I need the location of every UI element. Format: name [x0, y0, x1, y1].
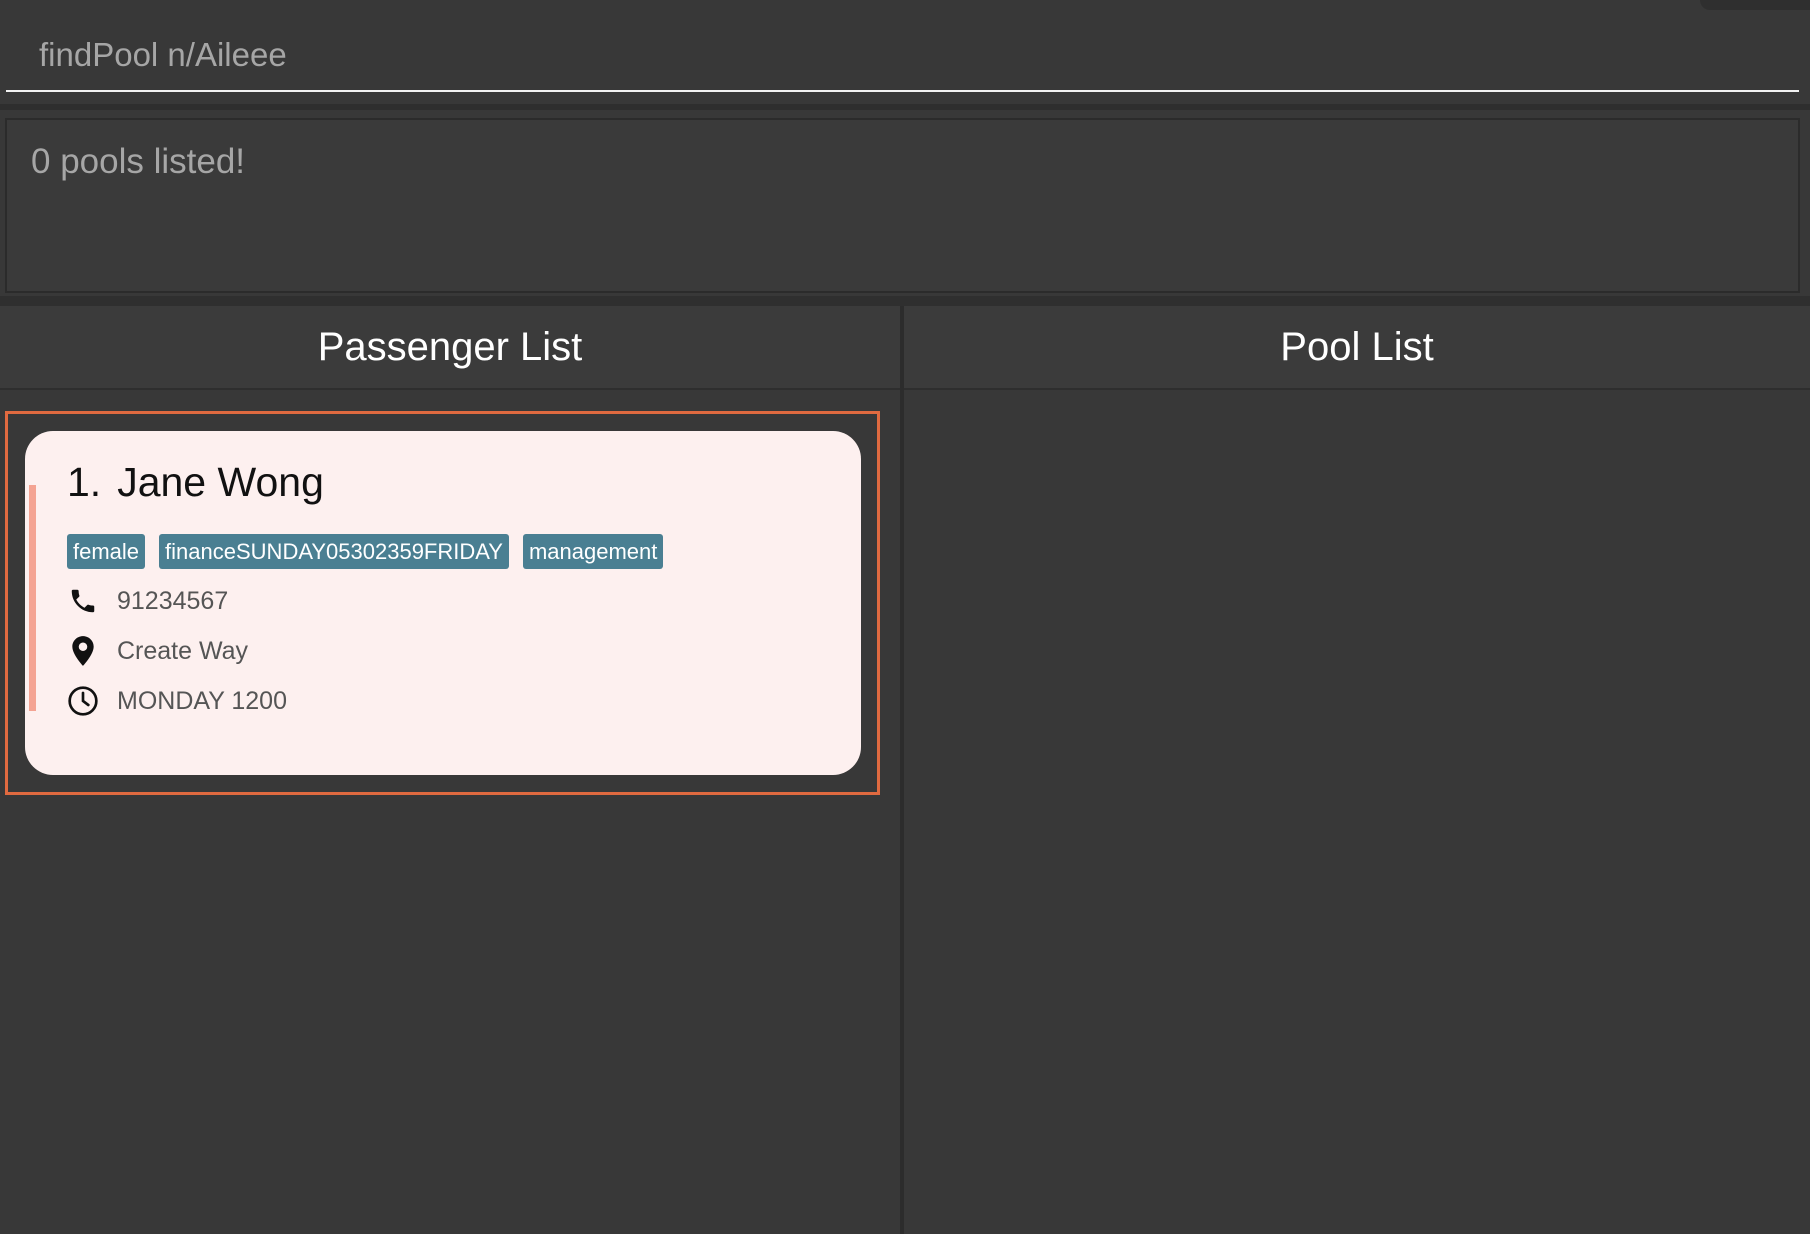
clock-icon [67, 685, 99, 717]
result-message: 0 pools listed! [31, 142, 246, 181]
command-box-corner [1700, 0, 1810, 10]
passenger-index: 1. [67, 459, 102, 505]
tag: financeSUNDAY05302359FRIDAY [159, 534, 509, 569]
card-accent-bar [29, 485, 36, 711]
trip-time: MONDAY 1200 [117, 686, 287, 715]
passenger-name-line: 1. Jane Wong [67, 459, 324, 506]
passenger-list-title: Passenger List [317, 324, 583, 369]
passenger-card[interactable]: 1. Jane Wong female financeSUNDAY05302359… [25, 431, 861, 775]
phone-row: 91234567 [67, 585, 228, 617]
passenger-list[interactable]: 1. Jane Wong female financeSUNDAY05302359… [0, 391, 900, 1234]
divider [0, 296, 1810, 306]
location-pin-icon [67, 635, 99, 667]
tag-list: female financeSUNDAY05302359FRIDAY manag… [67, 534, 677, 569]
phone-icon [67, 585, 99, 617]
passenger-card-selected[interactable]: 1. Jane Wong female financeSUNDAY05302359… [5, 411, 880, 795]
address: Create Way [117, 636, 249, 665]
tag: management [522, 534, 664, 569]
divider [0, 104, 1810, 110]
passenger-name: Jane Wong [117, 459, 324, 505]
tag: female [67, 534, 146, 569]
pool-list-title: Pool List [1280, 324, 1434, 369]
result-display[interactable]: 0 pools listed! [5, 118, 1800, 293]
command-box [0, 0, 1810, 108]
command-input[interactable] [6, 20, 1799, 92]
phone-number: 91234567 [117, 586, 229, 615]
address-row: Create Way [67, 635, 248, 667]
pool-list[interactable] [904, 391, 1810, 1234]
passenger-list-header: Passenger List [0, 306, 900, 390]
trip-time-row: MONDAY 1200 [67, 685, 287, 717]
pool-list-header: Pool List [904, 306, 1810, 390]
